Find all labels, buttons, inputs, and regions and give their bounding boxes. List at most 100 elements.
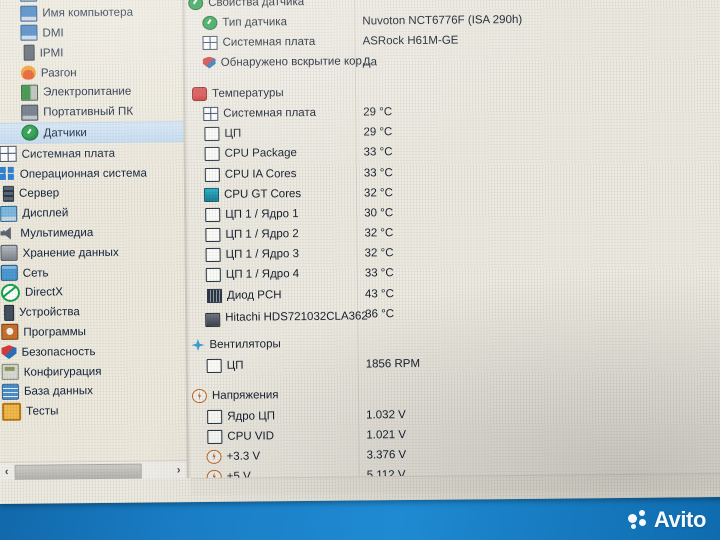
row-field-label: Обнаружено вскрытие кор... [220, 54, 372, 69]
row-field-label: +3.3 V [226, 450, 261, 463]
row-field-label: Системная плата [223, 106, 317, 120]
sidebar-item-label: База данных [23, 384, 94, 399]
sidebar-item-label: Сеть [22, 266, 49, 280]
network-icon [0, 264, 18, 281]
sidebar-item-16[interactable]: ›Устройства [0, 301, 185, 323]
cpu-icon [206, 359, 222, 374]
sidebar-item-13[interactable]: ›Хранение данных [0, 242, 185, 264]
tower-icon [23, 44, 35, 61]
sidebar-item-20[interactable]: ›База данных [0, 380, 186, 402]
sidebar-item-label: Портативный ПК [43, 104, 134, 119]
sidebar-item-label: Тесты [26, 404, 59, 418]
scroll-right-arrow-icon[interactable]: › [171, 464, 187, 476]
avito-watermark-text: Avito [653, 507, 707, 532]
voltage-icon [191, 389, 208, 404]
motherboard-icon [0, 146, 17, 163]
sensor-gauge-icon [21, 125, 39, 142]
sidebar-item-7[interactable]: Датчики [0, 120, 184, 145]
row-field-label: ЦП 1 / Ядро 3 [225, 248, 300, 262]
gpu-icon [203, 187, 220, 202]
sidebar-item-6[interactable]: Портативный ПК [0, 101, 183, 123]
row-value: ASRock H61M-GE [362, 34, 459, 48]
section-header-label: Свойства датчика [208, 0, 305, 9]
monitor-icon [20, 5, 38, 22]
section-header-label: Вентиляторы [209, 338, 281, 351]
cpu-icon [205, 207, 221, 222]
cpu-icon [207, 429, 223, 444]
sensor-rows: Свойства датчика Тип датчика Nuvoton NCT67… [186, 0, 720, 493]
sidebar-item-11[interactable]: ›Дисплей [0, 202, 184, 224]
scrollbar-track[interactable] [14, 463, 171, 480]
sensor-gauge-icon [188, 0, 204, 11]
row-field-label: Диод PCH [226, 288, 282, 302]
server-icon [2, 185, 15, 202]
row-value: 29 °C [363, 106, 393, 119]
sidebar-item-3[interactable]: IPMI [0, 42, 183, 64]
sidebar-horizontal-scrollbar[interactable]: ‹ › [0, 460, 187, 480]
sidebar-item-label: Хранение данных [22, 245, 119, 260]
row-field-label: CPU IA Cores [224, 167, 297, 181]
thermometer-icon [191, 86, 208, 101]
sidebar-item-12[interactable]: ›Мультимедиа [0, 222, 184, 244]
sidebar-item-21[interactable]: ›Тесты [0, 400, 186, 422]
program-icon [1, 324, 19, 341]
sidebar-item-19[interactable]: ›Конфигурация [0, 360, 186, 382]
directx-icon [0, 283, 21, 302]
sidebar-item-label: DMI [42, 26, 64, 40]
navigation-tree[interactable]: Суммарная информацИмя компьютераDMIIPMIР… [0, 0, 186, 422]
row-value: 3.376 V [366, 449, 407, 462]
cpu-icon [204, 126, 220, 142]
cpu-icon [204, 167, 220, 182]
sidebar-item-17[interactable]: ›Программы [0, 321, 185, 343]
sidebar-item-label: IPMI [39, 46, 64, 60]
sidebar-item-15[interactable]: ›DirectX [0, 281, 185, 303]
voltage-icon [206, 449, 222, 464]
navigation-sidebar[interactable]: Суммарная информацИмя компьютераDMIIPMIР… [0, 0, 187, 480]
row-field-label: Системная плата [222, 36, 316, 50]
sensor-detail-pane[interactable]: Поле Значение Свойства датчикаТип датчик… [185, 0, 720, 493]
row-value: 1.032 V [366, 408, 406, 422]
sidebar-item-14[interactable]: ›Сеть [0, 261, 185, 283]
section-header-label: Температуры [212, 86, 284, 100]
sidebar-item-2[interactable]: DMI [0, 22, 183, 44]
sidebar-item-4[interactable]: Разгон [0, 61, 183, 83]
row-field-label: ЦП 1 / Ядро 1 [225, 207, 299, 221]
sidebar-item-label: Безопасность [21, 344, 96, 359]
avito-watermark: Avito [627, 507, 707, 533]
shield-icon [203, 56, 216, 68]
cpu-icon [205, 268, 221, 283]
motherboard-icon [202, 36, 218, 51]
database-icon [1, 383, 19, 400]
row-value: 33 °C [363, 166, 393, 179]
row-field-label: ЦП [224, 127, 242, 140]
flame-icon [20, 65, 36, 80]
cpu-icon [205, 227, 221, 243]
sidebar-item-label: Мультимедиа [20, 226, 94, 240]
sidebar-item-10[interactable]: ›Сервер [0, 182, 184, 204]
sidebar-item-18[interactable]: ›Безопасность [0, 341, 186, 363]
row-value: 33 °C [364, 267, 394, 280]
sidebar-item-1[interactable]: Имя компьютера [0, 2, 182, 24]
config-icon [1, 363, 19, 380]
hdd-icon [205, 312, 221, 327]
section-header-label: Напряжения [211, 389, 279, 403]
scrollbar-thumb[interactable] [14, 463, 142, 480]
sidebar-item-5[interactable]: Электропитание [0, 81, 183, 103]
sidebar-item-label: DirectX [24, 285, 64, 300]
device-icon [4, 304, 15, 321]
sidebar-item-label: Операционная система [19, 166, 147, 181]
windows-icon [0, 166, 15, 182]
sidebar-item-label: Имя компьютера [42, 5, 134, 20]
sidebar-item-label: Разгон [40, 65, 77, 80]
sidebar-item-label: Устройства [19, 305, 80, 319]
scroll-left-arrow-icon[interactable]: ‹ [0, 465, 15, 477]
row-field-label: ЦП 1 / Ядро 2 [225, 228, 299, 241]
battery-icon [20, 84, 39, 101]
row-value: 36 °C [365, 307, 395, 321]
sidebar-item-9[interactable]: ›Операционная система [0, 162, 184, 184]
sidebar-item-label: Электропитание [42, 85, 132, 99]
sidebar-item-8[interactable]: ›Системная плата [0, 143, 184, 165]
row-value: 29 °C [363, 126, 393, 139]
row-field-label: Ядро ЦП [227, 409, 275, 423]
sidebar-item-label: Дисплей [22, 206, 69, 220]
